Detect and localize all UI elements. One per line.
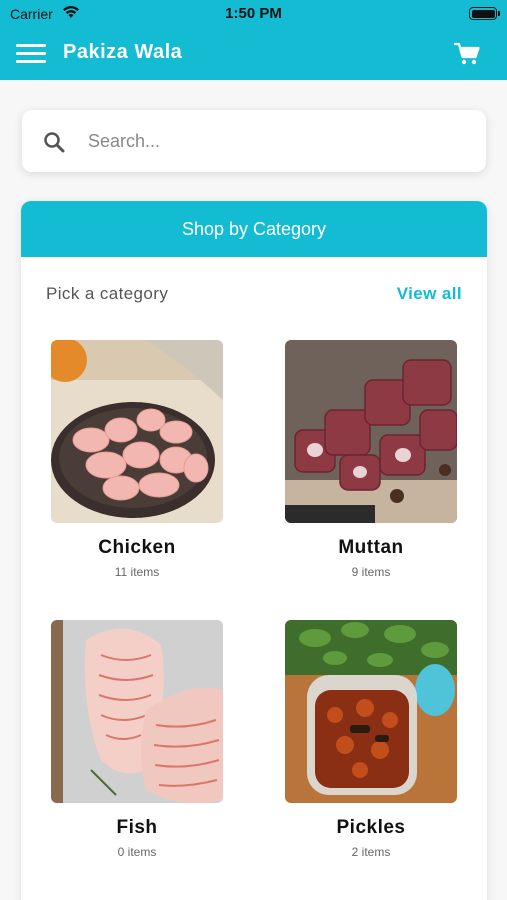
battery-icon (469, 7, 500, 20)
category-name: Fish (116, 817, 158, 838)
chicken-image (51, 340, 223, 523)
category-tile-muttan[interactable]: Muttan 9 items (285, 340, 457, 579)
app-bar: Pakiza Wala (0, 28, 507, 80)
category-count: 2 items (351, 845, 391, 859)
category-tile-pickles[interactable]: Pickles 2 items (285, 620, 457, 859)
fish-image (51, 620, 223, 803)
hamburger-menu-icon[interactable] (16, 42, 46, 64)
search-input[interactable]: Search... (88, 131, 160, 152)
pick-category-label: Pick a category (46, 284, 169, 303)
shopping-cart-icon[interactable] (453, 39, 481, 67)
status-time: 1:50 PM (225, 5, 282, 22)
app-title: Pakiza Wala (63, 41, 183, 63)
category-tile-chicken[interactable]: Chicken 11 items (51, 340, 223, 579)
category-name: Muttan (338, 537, 404, 558)
category-header: Shop by Category (21, 201, 487, 257)
category-tile-fish[interactable]: Fish 0 items (51, 620, 223, 859)
category-card: Shop by Category Pick a category View al… (21, 201, 487, 900)
category-count: 11 items (114, 565, 160, 579)
category-count: 0 items (117, 845, 157, 859)
category-name: Chicken (98, 537, 176, 558)
search-icon (44, 132, 65, 153)
category-count: 9 items (351, 565, 391, 579)
muttan-image (285, 340, 457, 523)
status-bar: Carrier 1:50 PM (0, 0, 507, 28)
category-name: Pickles (336, 817, 406, 838)
pickles-image (285, 620, 457, 803)
view-all-link[interactable]: View all (397, 284, 462, 304)
search-bar[interactable]: Search... (22, 110, 486, 172)
